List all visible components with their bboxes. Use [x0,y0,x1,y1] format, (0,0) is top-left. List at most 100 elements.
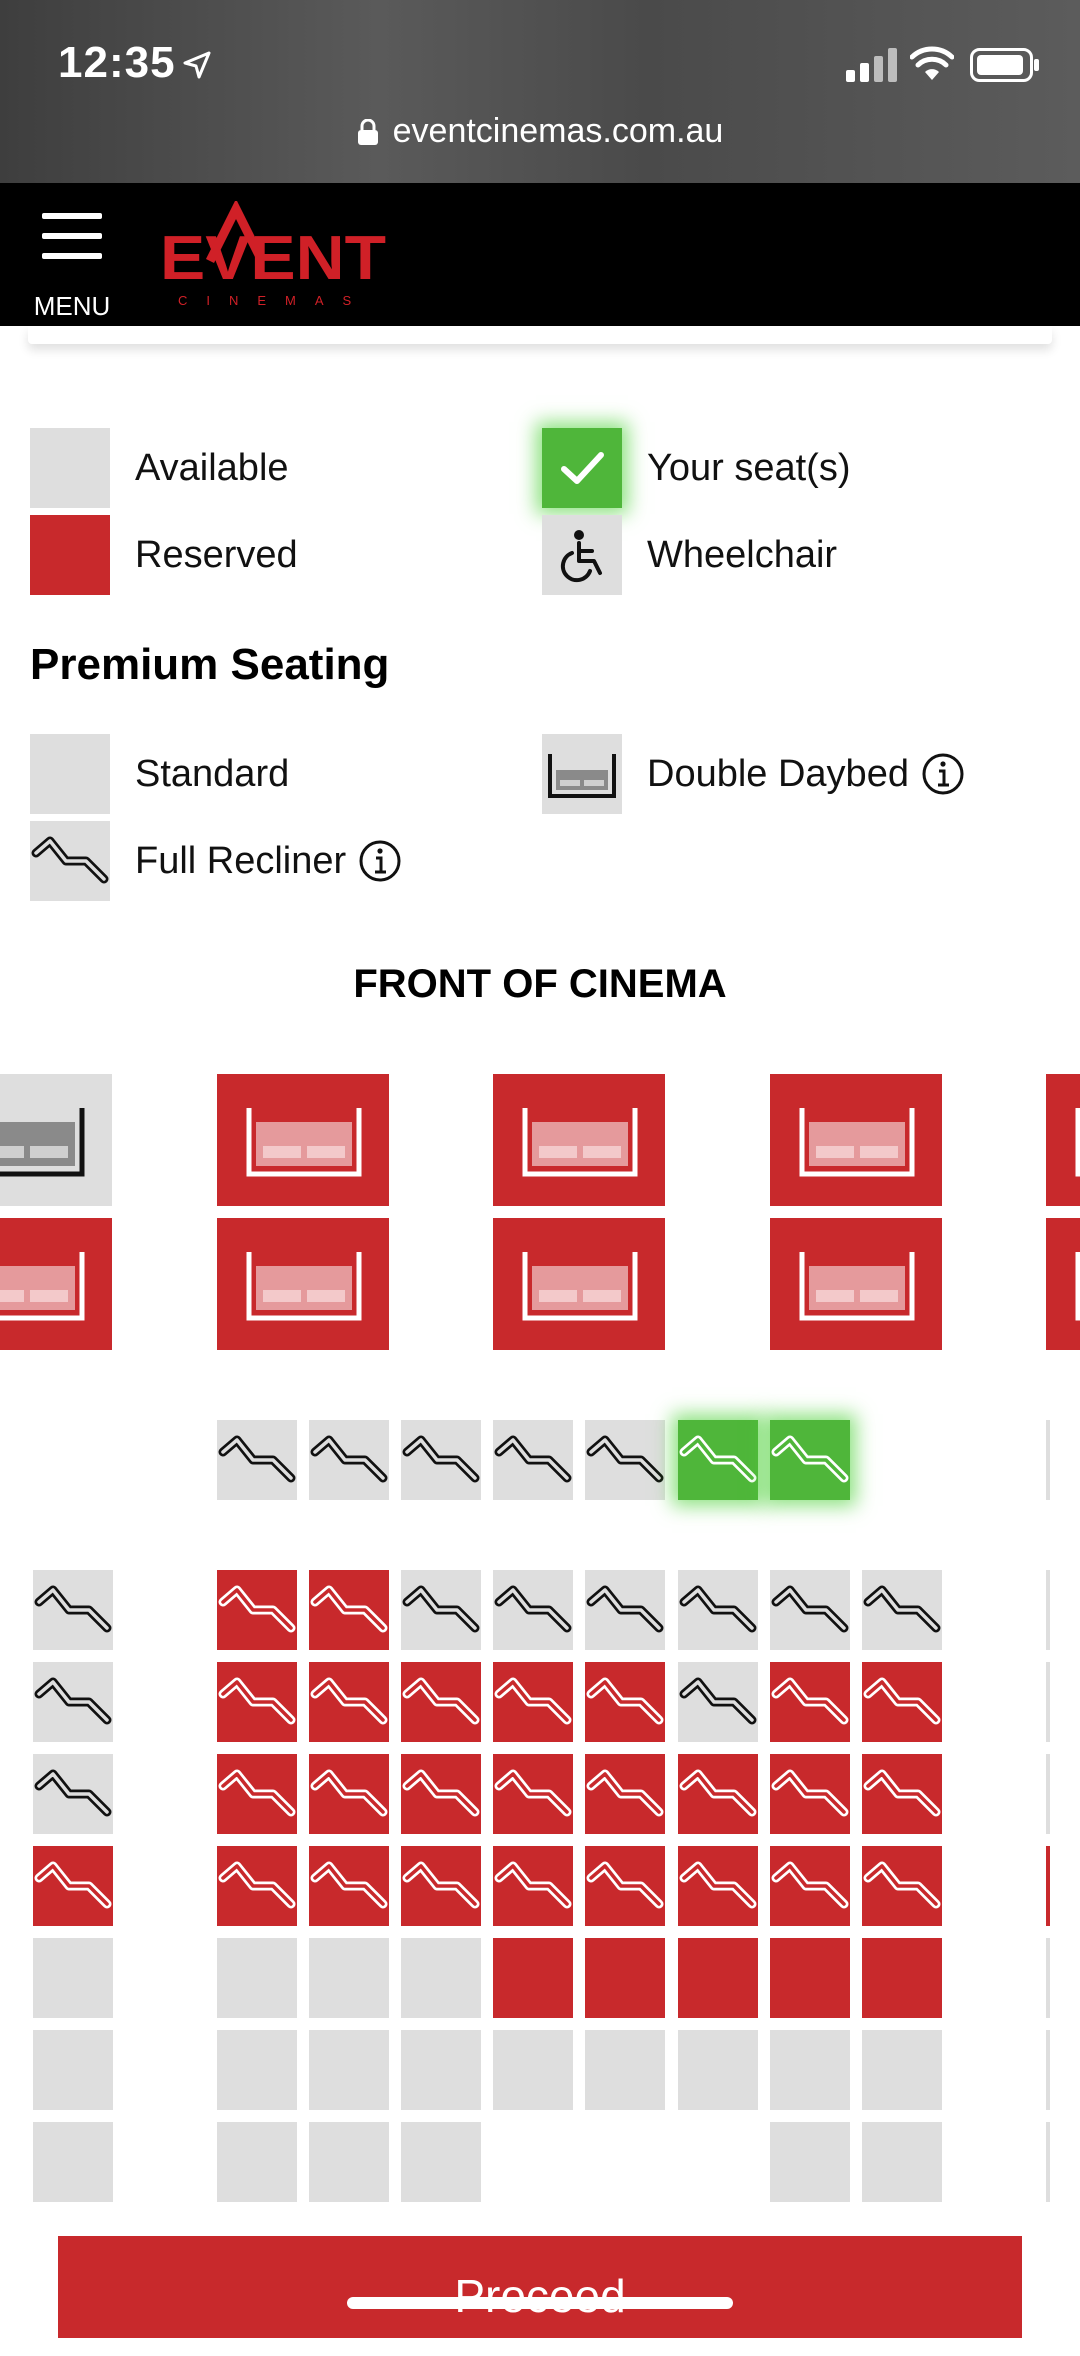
recliner-seat[interactable] [309,1420,389,1500]
standard-seat[interactable] [309,1938,389,2018]
recliner-seat[interactable] [493,1570,573,1650]
recliner-seat[interactable] [33,1570,113,1650]
recliner-seat[interactable] [309,1570,389,1650]
daybed-seat[interactable] [1046,1218,1080,1350]
recliner-seat[interactable] [309,1846,389,1926]
recliner-seat[interactable] [862,1570,942,1650]
standard-seat[interactable] [33,1938,113,2018]
recliner-seat[interactable] [585,1846,665,1926]
recliner-seat-edge[interactable] [1046,1420,1050,1500]
standard-seat[interactable] [770,1938,850,2018]
daybed-seat[interactable] [0,1074,112,1206]
recliner-seat-edge[interactable] [1046,1846,1050,1926]
recliner-seat-icon [402,1677,480,1725]
standard-seat[interactable] [770,2122,850,2202]
address-bar[interactable]: eventcinemas.com.au [0,112,1080,151]
recliner-seat[interactable] [770,1662,850,1742]
standard-seat-edge[interactable] [1046,2030,1050,2110]
recliner-seat[interactable] [493,1846,573,1926]
recliner-seat[interactable] [493,1420,573,1500]
daybed-seat-icon [0,1108,85,1177]
standard-seat[interactable] [585,1938,665,2018]
recliner-seat-icon [679,1677,757,1725]
daybed-seat[interactable] [770,1218,942,1350]
daybed-seat[interactable] [1046,1074,1080,1206]
recliner-seat-icon [402,1861,480,1909]
recliner-seat[interactable] [493,1662,573,1742]
daybed-seat[interactable] [217,1218,389,1350]
recliner-seat-icon [863,1769,941,1817]
recliner-seat[interactable] [401,1754,481,1834]
standard-seat[interactable] [309,2030,389,2110]
recliner-seat-icon [771,1861,849,1909]
standard-seat-edge[interactable] [1046,1938,1050,2018]
standard-seat[interactable] [862,2122,942,2202]
recliner-seat[interactable] [585,1420,665,1500]
recliner-seat[interactable] [33,1662,113,1742]
recliner-seat[interactable] [678,1420,758,1500]
recliner-info-icon[interactable] [358,839,402,883]
standard-seat[interactable] [678,1938,758,2018]
daybed-seat-icon [246,1252,362,1321]
daybed-seat[interactable] [770,1074,942,1206]
recliner-seat[interactable] [217,1754,297,1834]
daybed-seat[interactable] [493,1218,665,1350]
proceed-button[interactable]: Proceed [58,2236,1022,2338]
recliner-seat[interactable] [309,1662,389,1742]
recliner-seat-edge[interactable] [1046,1570,1050,1650]
standard-seat[interactable] [401,2030,481,2110]
recliner-seat-edge[interactable] [1046,1662,1050,1742]
daybed-info-icon[interactable] [921,752,965,796]
standard-seat[interactable] [585,2030,665,2110]
recliner-seat[interactable] [33,1846,113,1926]
daybed-seat[interactable] [217,1074,389,1206]
recliner-seat[interactable] [678,1846,758,1926]
standard-seat[interactable] [493,1938,573,2018]
standard-seat[interactable] [862,1938,942,2018]
standard-seat[interactable] [217,2122,297,2202]
standard-seat[interactable] [217,2030,297,2110]
menu-button[interactable]: MENU [30,205,114,321]
recliner-seat[interactable] [585,1754,665,1834]
recliner-seat[interactable] [678,1754,758,1834]
recliner-seat[interactable] [401,1420,481,1500]
recliner-seat[interactable] [862,1662,942,1742]
standard-seat[interactable] [862,2030,942,2110]
standard-seat[interactable] [217,1938,297,2018]
recliner-seat[interactable] [401,1662,481,1742]
recliner-seat[interactable] [770,1570,850,1650]
standard-seat[interactable] [770,2030,850,2110]
wifi-icon [910,46,954,80]
recliner-seat[interactable] [678,1570,758,1650]
standard-seat[interactable] [401,1938,481,2018]
recliner-seat-icon [310,1435,388,1483]
recliner-seat[interactable] [309,1754,389,1834]
recliner-seat[interactable] [770,1754,850,1834]
recliner-seat[interactable] [862,1846,942,1926]
standard-seat[interactable] [678,2030,758,2110]
recliner-seat[interactable] [217,1420,297,1500]
standard-seat-edge[interactable] [1046,2122,1050,2202]
recliner-seat[interactable] [770,1846,850,1926]
standard-seat[interactable] [33,2030,113,2110]
standard-seat[interactable] [33,2122,113,2202]
recliner-seat-edge[interactable] [1046,1754,1050,1834]
standard-seat[interactable] [401,2122,481,2202]
recliner-seat[interactable] [678,1662,758,1742]
recliner-seat[interactable] [217,1570,297,1650]
recliner-seat[interactable] [217,1662,297,1742]
standard-seat[interactable] [493,2030,573,2110]
daybed-seat[interactable] [0,1218,112,1350]
recliner-seat[interactable] [585,1570,665,1650]
event-cinemas-logo[interactable]: EVENT CINEMAS [158,201,398,311]
recliner-seat[interactable] [217,1846,297,1926]
recliner-seat[interactable] [401,1570,481,1650]
recliner-seat[interactable] [33,1754,113,1834]
daybed-seat[interactable] [493,1074,665,1206]
recliner-seat[interactable] [401,1846,481,1926]
standard-seat[interactable] [309,2122,389,2202]
recliner-seat[interactable] [862,1754,942,1834]
recliner-seat[interactable] [770,1420,850,1500]
recliner-seat[interactable] [585,1662,665,1742]
recliner-seat[interactable] [493,1754,573,1834]
